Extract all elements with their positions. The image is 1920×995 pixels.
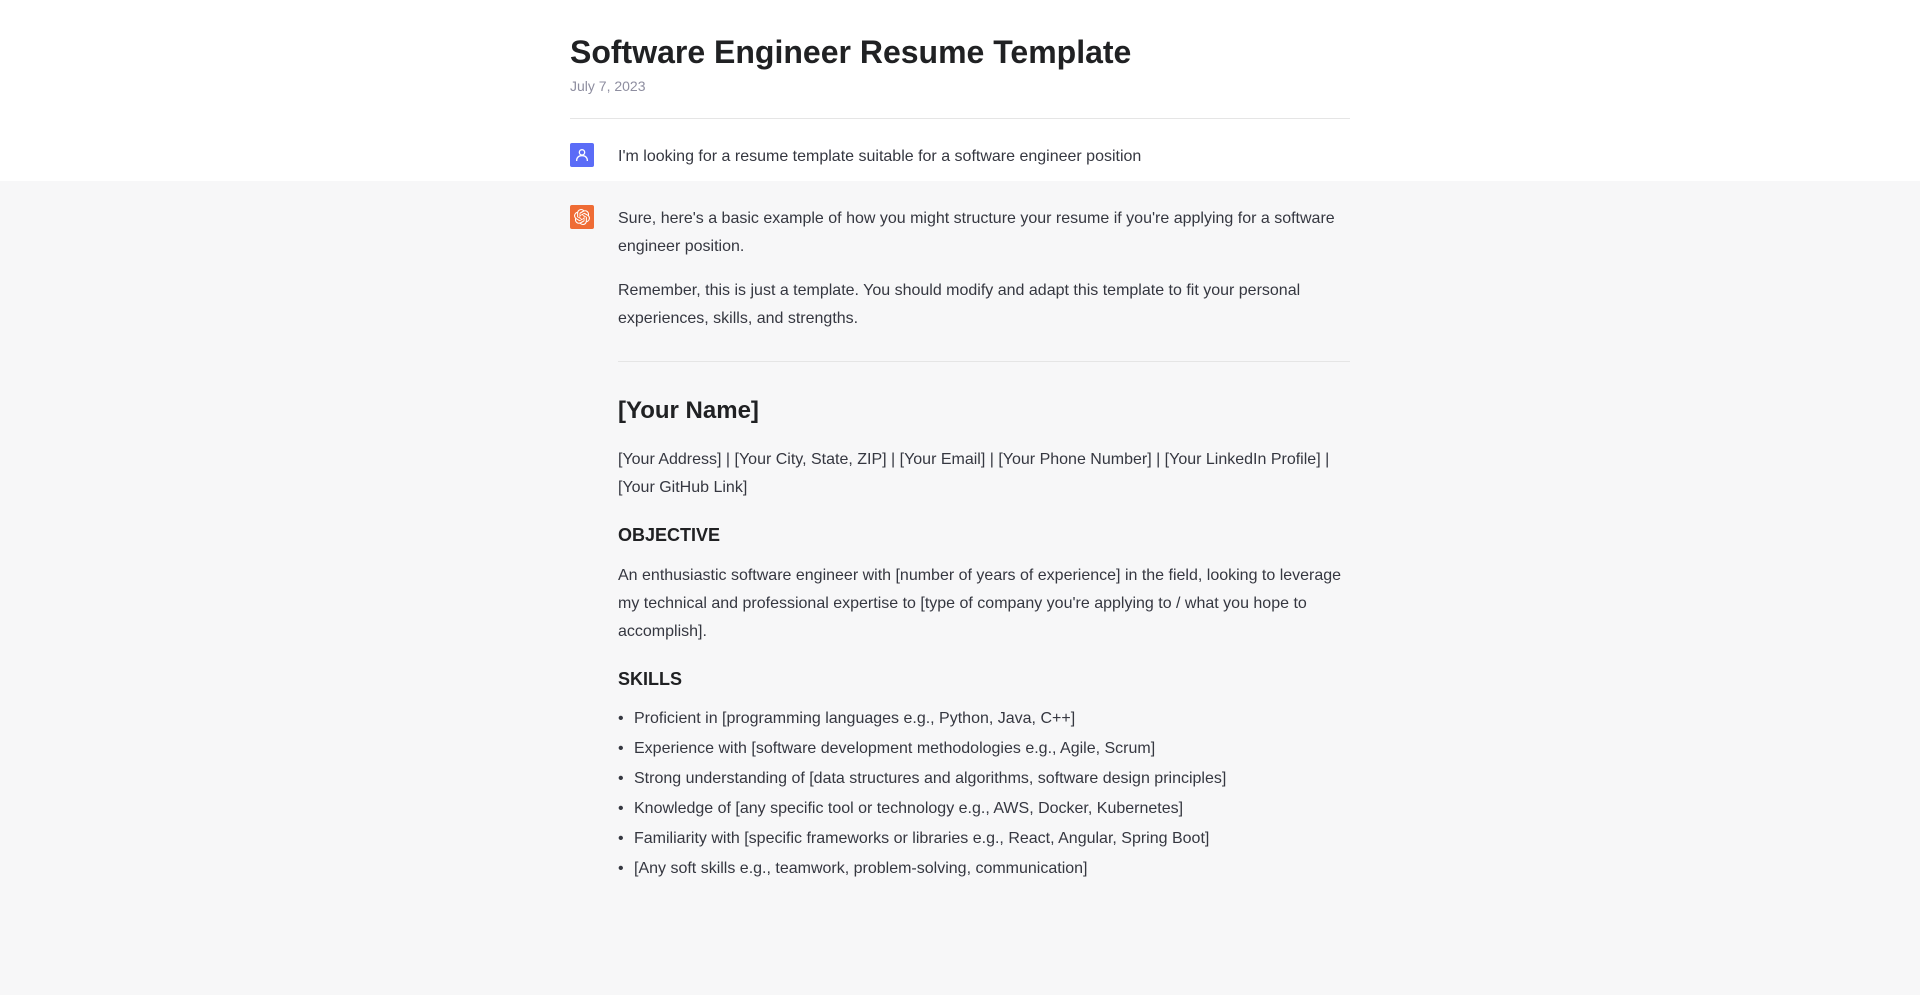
assistant-message-row: Sure, here's a basic example of how you …: [570, 181, 1350, 895]
page-date: July 7, 2023: [570, 78, 1350, 94]
resume-objective-heading: OBJECTIVE: [618, 520, 1350, 552]
skill-item: Strong understanding of [data structures…: [618, 765, 1350, 793]
assistant-message-content: Sure, here's a basic example of how you …: [618, 205, 1350, 885]
user-avatar: [570, 143, 594, 167]
resume-skills-list: Proficient in [programming languages e.g…: [618, 705, 1350, 883]
resume-objective-body: An enthusiastic software engineer with […: [618, 562, 1350, 646]
page-title: Software Engineer Resume Template: [570, 32, 1350, 72]
assistant-intro-2: Remember, this is just a template. You s…: [618, 277, 1350, 333]
assistant-intro-1: Sure, here's a basic example of how you …: [618, 205, 1350, 261]
assistant-avatar: [570, 205, 594, 229]
skill-item: [Any soft skills e.g., teamwork, problem…: [618, 855, 1350, 883]
skill-item: Familiarity with [specific frameworks or…: [618, 825, 1350, 853]
skill-item: Proficient in [programming languages e.g…: [618, 705, 1350, 733]
page-header: Software Engineer Resume Template July 7…: [570, 0, 1350, 119]
user-message-row: I'm looking for a resume template suitab…: [570, 119, 1350, 181]
user-message-text: I'm looking for a resume template suitab…: [618, 143, 1350, 171]
top-section: Software Engineer Resume Template July 7…: [0, 0, 1920, 181]
resume-contact-line: [Your Address] | [Your City, State, ZIP]…: [618, 446, 1350, 502]
content-divider: [618, 361, 1350, 362]
user-icon: [574, 147, 590, 163]
skill-item: Experience with [software development me…: [618, 735, 1350, 763]
user-message-content: I'm looking for a resume template suitab…: [618, 143, 1350, 171]
skill-item: Knowledge of [any specific tool or techn…: [618, 795, 1350, 823]
openai-icon: [574, 209, 590, 225]
bottom-section: Sure, here's a basic example of how you …: [0, 181, 1920, 995]
resume-name-heading: [Your Name]: [618, 390, 1350, 432]
resume-skills-heading: SKILLS: [618, 664, 1350, 696]
